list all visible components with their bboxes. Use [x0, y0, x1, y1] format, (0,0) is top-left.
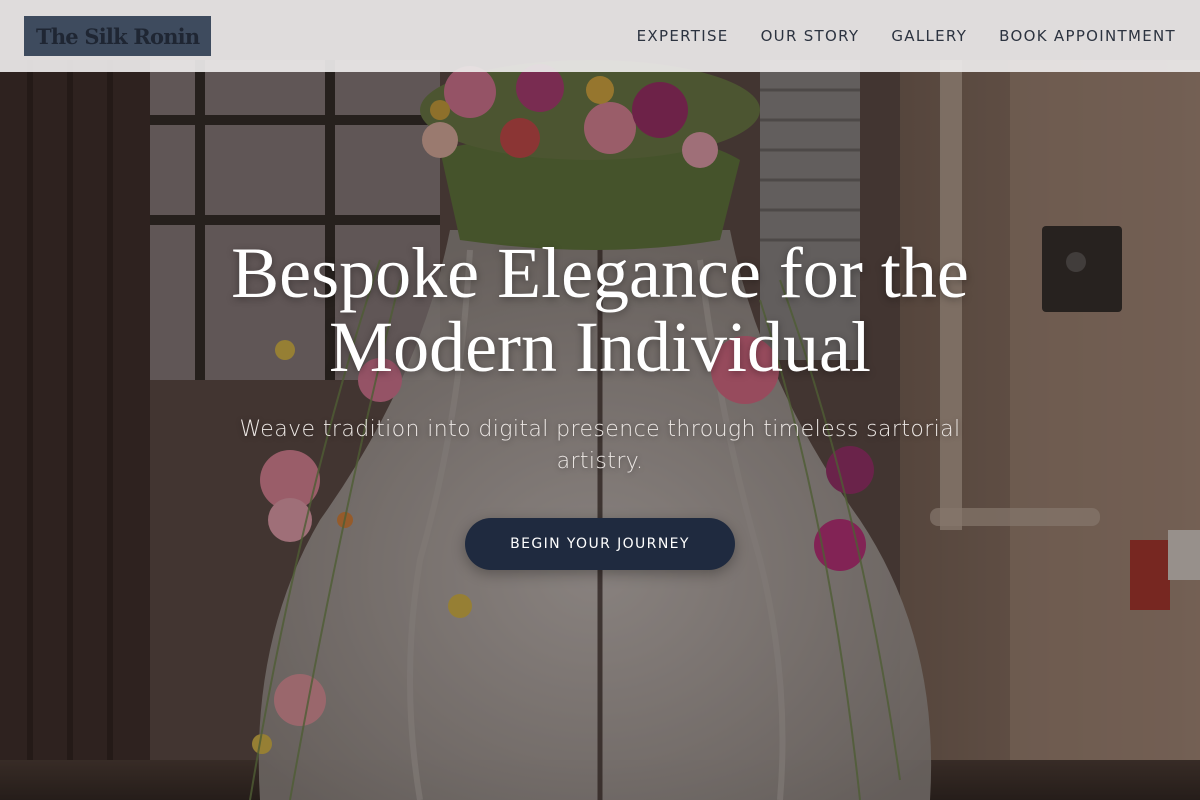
hero-title: Bespoke Elegance for the Modern Individu…: [231, 233, 969, 387]
begin-journey-button[interactable]: BEGIN YOUR JOURNEY: [465, 518, 735, 570]
nav-link-expertise[interactable]: EXPERTISE: [637, 27, 729, 45]
nav-link-book-appointment[interactable]: BOOK APPOINTMENT: [999, 27, 1176, 45]
nav-link-our-story[interactable]: OUR STORY: [761, 27, 860, 45]
hero-content: Bespoke Elegance for the Modern Individu…: [0, 236, 1200, 570]
site-header: The Silk Ronin EXPERTISE OUR STORY GALLE…: [0, 0, 1200, 72]
main-nav: EXPERTISE OUR STORY GALLERY BOOK APPOINT…: [637, 27, 1176, 45]
hero-subtitle: Weave tradition into digital presence th…: [239, 417, 961, 474]
logo[interactable]: The Silk Ronin: [24, 16, 212, 56]
nav-link-gallery[interactable]: GALLERY: [891, 27, 967, 45]
